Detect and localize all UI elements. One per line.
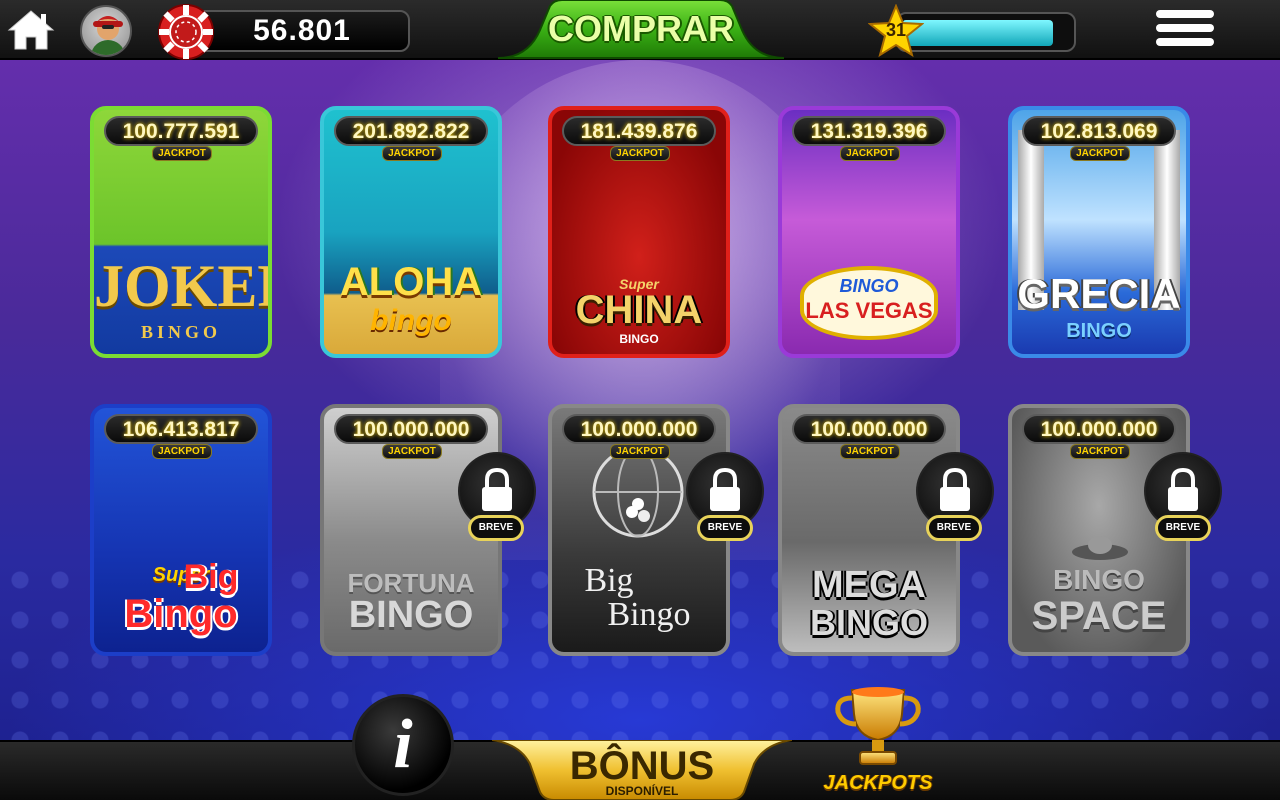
bonus-sub-label: DISPONÍVEL: [605, 784, 679, 798]
jackpot-tag: JACKPOT: [152, 146, 212, 161]
game-card-aloha-bingo[interactable]: 201.892.822 JACKPOT ALOHA bingo: [320, 106, 502, 358]
menu-button[interactable]: [1156, 10, 1214, 52]
game-logo-sub: BINGO: [1066, 320, 1132, 342]
menu-icon-bar: [1156, 38, 1214, 46]
bonus-label: BÔNUS: [569, 744, 715, 788]
game-card-super-china-bingo[interactable]: 181.439.876 JACKPOT Super CHINA BINGO: [548, 106, 730, 358]
coming-soon-badge: BREVE: [1155, 515, 1211, 541]
game-logo-main: MEGA: [812, 564, 926, 606]
game-logo-sub: SPACE: [1031, 594, 1167, 638]
game-logo-sub: Bingo: [607, 596, 691, 633]
game-logo-sub: BINGO: [809, 602, 928, 643]
game-logo-sub: BINGO: [348, 594, 474, 636]
coming-soon-badge: BREVE: [926, 515, 982, 541]
game-logo-main: GRECIA: [1017, 270, 1181, 317]
game-card-grecia-bingo[interactable]: 102.813.069 JACKPOT GRECIA BINGO: [1008, 106, 1190, 358]
game-logo-sub: BINGO: [140, 322, 221, 342]
jackpot-tag: JACKPOT: [610, 444, 670, 459]
home-icon: [7, 10, 55, 50]
jackpot-value: 131.319.396: [792, 116, 946, 146]
game-logo-main: JOKER: [94, 253, 268, 319]
coming-soon-badge: BREVE: [697, 515, 753, 541]
game-logo-sub: bingo: [370, 304, 452, 337]
jackpot-tag: JACKPOT: [382, 146, 442, 161]
game-card-super-big-bingo[interactable]: 106.413.817 JACKPOT Super Big Bingo: [90, 404, 272, 656]
jackpot-value: 201.892.822: [334, 116, 488, 146]
jackpots-label: JACKPOTS: [823, 772, 933, 794]
level-indicator[interactable]: 31: [868, 4, 1080, 58]
info-button[interactable]: i: [352, 694, 454, 796]
menu-icon-bar: [1156, 10, 1214, 18]
jackpot-tag: JACKPOT: [610, 146, 670, 161]
coin-amount: 56.801: [194, 10, 410, 52]
coin-balance[interactable]: 56.801: [158, 4, 410, 60]
game-logo-main: CHINA: [575, 288, 703, 332]
poker-chip-icon: [158, 4, 214, 60]
game-logo-main: BINGO: [1053, 564, 1145, 595]
jackpot-tag: JACKPOT: [840, 444, 900, 459]
game-card-joker-bingo[interactable]: 100.777.591 JACKPOT JOKER BINGO: [90, 106, 272, 358]
jackpot-value: 100.000.000: [334, 414, 488, 444]
jackpot-tag: JACKPOT: [840, 146, 900, 161]
buy-button[interactable]: COMPRAR: [498, 0, 784, 62]
trophy-icon: [835, 687, 921, 765]
top-bar: 56.801 COMPRAR 31: [0, 0, 1280, 60]
game-logo-main: ALOHA: [339, 260, 483, 304]
jackpot-value: 100.000.000: [792, 414, 946, 444]
game-logo-sub: Bingo: [124, 592, 238, 636]
jackpots-button[interactable]: JACKPOTS: [820, 684, 936, 800]
ufo-icon: [1072, 536, 1128, 560]
coming-soon-badge: BREVE: [468, 515, 524, 541]
player-avatar-icon: [90, 16, 126, 55]
jackpot-value: 106.413.817: [104, 414, 258, 444]
game-logo-main: LAS VEGAS: [805, 298, 933, 323]
menu-icon-bar: [1156, 24, 1214, 32]
jackpot-value: 100.777.591: [104, 116, 258, 146]
game-logo-main: Big: [584, 562, 634, 599]
jackpot-value: 181.439.876: [562, 116, 716, 146]
avatar[interactable]: [80, 5, 132, 57]
jackpot-tag: JACKPOT: [382, 444, 442, 459]
game-logo-sub: BINGO: [619, 332, 659, 346]
game-card-bingo-las-vegas[interactable]: 131.319.396 JACKPOT BINGO LAS VEGAS: [778, 106, 960, 358]
game-logo-top: BINGO: [839, 276, 899, 296]
buy-label: COMPRAR: [548, 8, 734, 49]
jackpot-value: 100.000.000: [1022, 414, 1176, 444]
jackpot-tag: JACKPOT: [1070, 146, 1130, 161]
jackpot-value: 102.813.069: [1022, 116, 1176, 146]
bonus-button[interactable]: BÔNUS DISPONÍVEL: [492, 740, 792, 800]
level-number: 31: [885, 20, 907, 40]
jackpot-value: 100.000.000: [562, 414, 716, 444]
jackpot-tag: JACKPOT: [152, 444, 212, 459]
jackpot-tag: JACKPOT: [1070, 444, 1130, 459]
home-button[interactable]: [6, 8, 56, 52]
xp-progress-fill: [902, 20, 1053, 46]
